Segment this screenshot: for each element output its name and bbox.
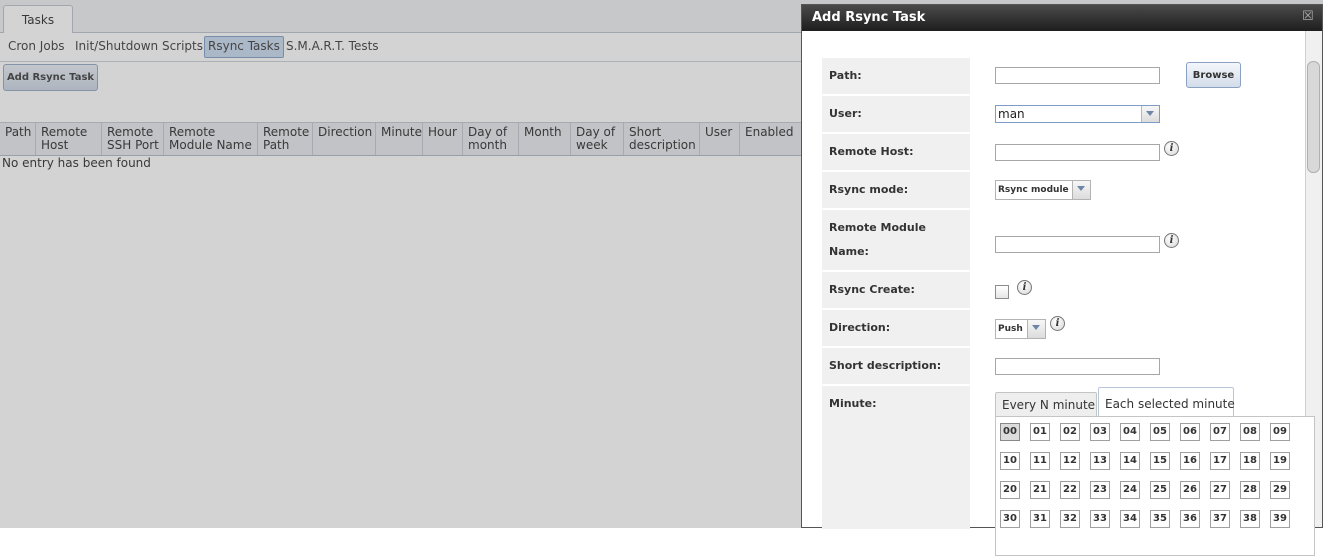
minute-cell-23[interactable]: 23 <box>1090 481 1110 499</box>
rsync-create-label: Rsync Create: <box>822 272 970 308</box>
chevron-down-icon <box>1146 111 1154 116</box>
minute-cell-35[interactable]: 35 <box>1150 510 1170 528</box>
remote-host-input[interactable] <box>995 144 1160 161</box>
minute-cell-30[interactable]: 30 <box>1000 510 1020 528</box>
minute-cell-10[interactable]: 10 <box>1000 452 1020 470</box>
minute-cell-27[interactable]: 27 <box>1210 481 1230 499</box>
minute-cell-36[interactable]: 36 <box>1180 510 1200 528</box>
rsync-mode-dropdown-arrow[interactable] <box>1072 181 1090 199</box>
minute-cell-07[interactable]: 07 <box>1210 423 1230 441</box>
scrollbar-thumb[interactable] <box>1307 61 1320 173</box>
minute-cell-26[interactable]: 26 <box>1180 481 1200 499</box>
minute-cell-18[interactable]: 18 <box>1240 452 1260 470</box>
minute-cell-08[interactable]: 08 <box>1240 423 1260 441</box>
minute-cell-25[interactable]: 25 <box>1150 481 1170 499</box>
short-description-input[interactable] <box>995 358 1160 375</box>
info-icon[interactable]: i <box>1164 233 1179 248</box>
info-icon[interactable]: i <box>1164 141 1179 156</box>
minute-cell-06[interactable]: 06 <box>1180 423 1200 441</box>
minute-cell-28[interactable]: 28 <box>1240 481 1260 499</box>
direction-select[interactable]: Push <box>995 319 1046 339</box>
rsync-mode-label: Rsync mode: <box>822 172 970 208</box>
rsync-create-checkbox[interactable] <box>995 285 1009 299</box>
dialog-title-bar: Add Rsync Task ☒ <box>802 5 1322 31</box>
chevron-down-icon <box>1077 186 1085 191</box>
tab-every-n-minute[interactable]: Every N minute <box>995 392 1097 416</box>
minute-cell-17[interactable]: 17 <box>1210 452 1230 470</box>
minute-cell-12[interactable]: 12 <box>1060 452 1080 470</box>
minute-cell-05[interactable]: 05 <box>1150 423 1170 441</box>
minute-cell-14[interactable]: 14 <box>1120 452 1140 470</box>
direction-dropdown-arrow[interactable] <box>1027 320 1045 338</box>
user-combobox[interactable]: man <box>995 105 1160 123</box>
direction-label: Direction: <box>822 310 970 346</box>
user-dropdown-arrow[interactable] <box>1141 106 1159 122</box>
minute-cell-02[interactable]: 02 <box>1060 423 1080 441</box>
rsync-mode-select[interactable]: Rsync module <box>995 180 1091 200</box>
minute-cell-16[interactable]: 16 <box>1180 452 1200 470</box>
browse-button[interactable]: Browse <box>1186 62 1241 88</box>
minute-cell-04[interactable]: 04 <box>1120 423 1140 441</box>
rsync-mode-value: Rsync module <box>998 185 1069 195</box>
minute-cell-19[interactable]: 19 <box>1270 452 1290 470</box>
short-description-label: Short description: <box>822 348 970 384</box>
minute-cell-31[interactable]: 31 <box>1030 510 1050 528</box>
add-rsync-task-dialog: Add Rsync Task ☒ Path: Browse User: man … <box>801 4 1323 556</box>
path-input[interactable] <box>995 67 1160 84</box>
minute-cell-33[interactable]: 33 <box>1090 510 1110 528</box>
minute-cell-20[interactable]: 20 <box>1000 481 1020 499</box>
minute-cell-11[interactable]: 11 <box>1030 452 1050 470</box>
user-label: User: <box>822 96 970 132</box>
minute-cell-03[interactable]: 03 <box>1090 423 1110 441</box>
chevron-down-icon <box>1032 325 1040 330</box>
minute-cell-09[interactable]: 09 <box>1270 423 1290 441</box>
minute-cell-29[interactable]: 29 <box>1270 481 1290 499</box>
remote-module-name-input[interactable] <box>995 236 1160 253</box>
tab-each-selected-minute[interactable]: Each selected minute <box>1098 387 1235 416</box>
remote-host-label: Remote Host: <box>822 134 970 170</box>
minute-cell-01[interactable]: 01 <box>1030 423 1050 441</box>
remote-module-name-label: Remote Module Name: <box>822 210 970 270</box>
info-icon[interactable]: i <box>1050 316 1065 331</box>
minute-cell-39[interactable]: 39 <box>1270 510 1290 528</box>
minute-cell-34[interactable]: 34 <box>1120 510 1140 528</box>
minute-cell-24[interactable]: 24 <box>1120 481 1140 499</box>
minute-selection-panel: 00 01 02 03 04 05 06 07 08 09 10 11 12 13 14 15 16 17 18 19… <box>995 416 1315 556</box>
minute-cell-15[interactable]: 15 <box>1150 452 1170 470</box>
minute-cell-00[interactable]: 00 <box>1000 423 1020 441</box>
minute-cell-37[interactable]: 37 <box>1210 510 1230 528</box>
minute-cell-32[interactable]: 32 <box>1060 510 1080 528</box>
minute-cell-13[interactable]: 13 <box>1090 452 1110 470</box>
direction-value: Push <box>998 324 1023 334</box>
minute-cell-38[interactable]: 38 <box>1240 510 1260 528</box>
close-icon[interactable]: ☒ <box>1302 10 1314 24</box>
dialog-title: Add Rsync Task <box>812 10 926 25</box>
info-icon[interactable]: i <box>1017 280 1032 295</box>
path-label: Path: <box>822 58 970 94</box>
user-value: man <box>998 107 1025 121</box>
minute-cell-21[interactable]: 21 <box>1030 481 1050 499</box>
minute-cell-22[interactable]: 22 <box>1060 481 1080 499</box>
minute-label: Minute: <box>822 386 970 529</box>
